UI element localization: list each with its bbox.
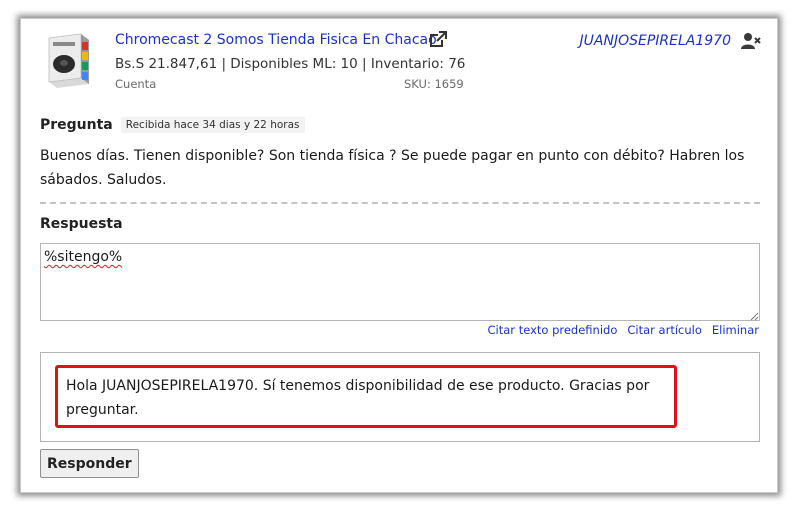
received-badge: Recibida hace 34 dias y 22 horas bbox=[120, 117, 305, 133]
product-title-link[interactable]: Chromecast 2 Somos Tienda Fisica En Chac… bbox=[115, 32, 437, 48]
product-box-icon bbox=[48, 33, 89, 88]
product-thumbnail[interactable] bbox=[43, 30, 93, 90]
resize-grip-icon[interactable] bbox=[749, 311, 759, 321]
quote-article-link[interactable]: Citar artículo bbox=[627, 323, 702, 337]
question-card: Chromecast 2 Somos Tienda Fisica En Chac… bbox=[20, 18, 778, 493]
answer-actions: Citar texto predefinido Citar artículo E… bbox=[488, 323, 759, 337]
section-divider bbox=[40, 202, 760, 204]
quote-predefined-text-link[interactable]: Citar texto predefinido bbox=[488, 323, 618, 337]
question-header: Pregunta Recibida hace 34 dias y 22 hora… bbox=[40, 117, 305, 133]
delete-link[interactable]: Eliminar bbox=[712, 323, 759, 337]
question-text: Buenos días. Tienen disponible? Son tien… bbox=[40, 148, 745, 188]
answer-preview: Hola JUANJOSEPIRELA1970. Sí tenemos disp… bbox=[40, 352, 760, 442]
question-label: Pregunta bbox=[40, 117, 113, 133]
answer-value: %sitengo% bbox=[44, 249, 123, 265]
preview-text: Hola JUANJOSEPIRELA1970. Sí tenemos disp… bbox=[66, 378, 650, 418]
buyer-nickname-link[interactable]: JUANJOSEPIRELA1970 bbox=[580, 33, 731, 49]
submit-answer-button[interactable]: Responder bbox=[40, 449, 139, 478]
account-label: Cuenta bbox=[115, 77, 157, 91]
external-link-icon[interactable] bbox=[429, 31, 447, 49]
product-sku: SKU: 1659 bbox=[404, 77, 464, 91]
answer-label: Respuesta bbox=[40, 216, 123, 232]
preview-highlight: Hola JUANJOSEPIRELA1970. Sí tenemos disp… bbox=[55, 365, 677, 428]
product-price-stock: Bs.S 21.847,61 | Disponibles ML: 10 | In… bbox=[115, 56, 466, 72]
answer-textarea[interactable]: %sitengo% bbox=[40, 243, 760, 321]
user-x-icon[interactable] bbox=[741, 32, 761, 50]
